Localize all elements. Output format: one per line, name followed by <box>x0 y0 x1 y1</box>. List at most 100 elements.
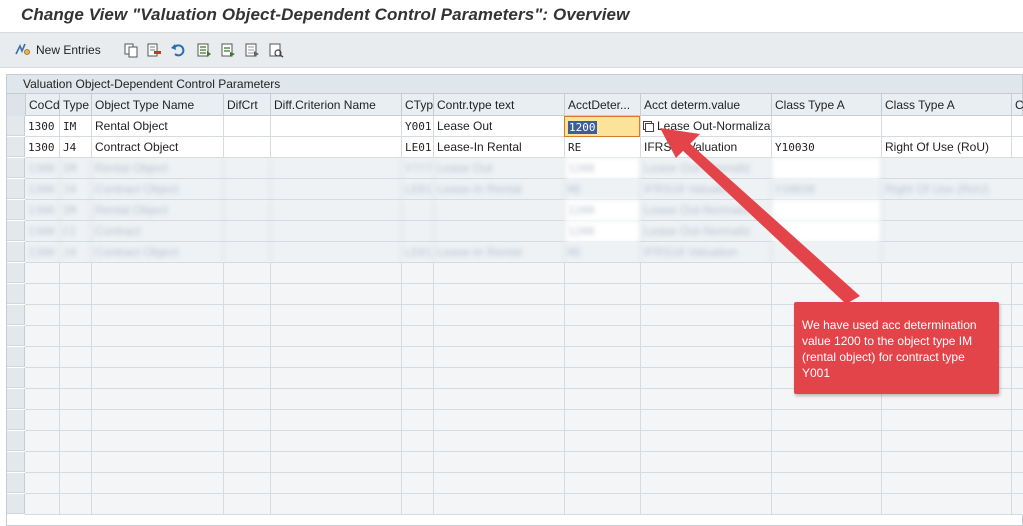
cell-difcrt[interactable] <box>223 179 270 200</box>
value-help-icon[interactable] <box>643 121 654 132</box>
cell-class-type-a[interactable]: Y10030 <box>771 137 881 158</box>
cell-difcrt[interactable] <box>223 200 270 221</box>
cell-ctyp[interactable]: LE01 <box>401 137 433 158</box>
table-row[interactable]: 1300 CI Contract 1200 Lease Out-Normaliz <box>25 221 1023 242</box>
panel-title: Valuation Object-Dependent Control Param… <box>23 77 281 91</box>
table-row[interactable]: 1300 IM Rental Object Y001 Lease Out 120… <box>25 116 1023 137</box>
cell-cocd[interactable]: 1300 <box>25 137 59 158</box>
copy-button[interactable] <box>123 40 139 60</box>
new-entries-button[interactable]: New Entries <box>14 40 101 60</box>
cell-class-type-a[interactable] <box>771 221 881 242</box>
row-selector[interactable] <box>7 179 25 199</box>
column-header-ctyp[interactable]: CTyp <box>401 94 433 116</box>
cell-acct-deter[interactable]: 1200 <box>564 221 640 242</box>
cell-acct-determ-value: Lease Out-Normaliz <box>640 200 771 221</box>
row-selector[interactable] <box>7 410 25 430</box>
cell-type[interactable]: CI <box>59 221 91 242</box>
cell-type[interactable]: IM <box>59 116 91 137</box>
column-header-difcrt[interactable]: DifCrt <box>223 94 270 116</box>
cell-difcrt[interactable] <box>223 242 270 263</box>
cell-ctyp[interactable]: Y??? <box>401 158 433 179</box>
cell-diff-criterion-name <box>270 137 401 158</box>
cell-acct-deter[interactable]: RE <box>564 137 640 158</box>
cell-ctyp[interactable]: LE01 <box>401 242 433 263</box>
row-selector[interactable] <box>7 158 25 178</box>
cell-difcrt[interactable] <box>223 116 270 137</box>
column-header-class-type-a[interactable]: Class Type A <box>771 94 881 116</box>
column-header-cl[interactable]: Cl <box>1011 94 1023 116</box>
table-row[interactable]: 1300 IM Rental Object Y??? Lease Out 120… <box>25 158 1023 179</box>
row-selector[interactable] <box>7 473 25 493</box>
cell-class-type-a[interactable]: Y10030 <box>771 179 881 200</box>
cell-acct-deter[interactable]: 1200 <box>564 158 640 179</box>
column-header-contr-type-text[interactable]: Contr.type text <box>433 94 564 116</box>
table-row[interactable]: 1300 J4 Contract Object LE01 Lease-In Re… <box>25 179 1023 200</box>
table-row[interactable]: 1300 J4 Contract Object LE01 Lease-In Re… <box>25 242 1023 263</box>
cell-ctyp[interactable]: Y001 <box>401 116 433 137</box>
cell-cocd[interactable]: 1300 <box>25 179 59 200</box>
cell-ctyp[interactable] <box>401 200 433 221</box>
cell-cocd[interactable]: 1300 <box>25 221 59 242</box>
cell-difcrt[interactable] <box>223 137 270 158</box>
select-all-icon <box>197 43 211 57</box>
cell-type[interactable]: IM <box>59 158 91 179</box>
cell-class-type-a[interactable] <box>771 158 881 179</box>
cell-acct-determ-value: Lease Out-Normaliz <box>640 158 771 179</box>
deselect-all-button[interactable] <box>244 40 260 60</box>
cell-difcrt[interactable] <box>223 158 270 179</box>
cell-type[interactable]: IM <box>59 200 91 221</box>
row-selector[interactable] <box>7 431 25 451</box>
select-all-button[interactable] <box>196 40 212 60</box>
row-selector[interactable] <box>7 389 25 409</box>
cell-ctyp[interactable] <box>401 221 433 242</box>
new-entries-label: New Entries <box>36 43 101 57</box>
delete-button[interactable] <box>146 40 162 60</box>
acct-determination-input[interactable]: 1200 <box>564 116 640 137</box>
cell-cocd[interactable]: 1300 <box>25 116 59 137</box>
cell-cocd[interactable]: 1300 <box>25 242 59 263</box>
row-selector[interactable] <box>7 284 25 304</box>
cell-acct-deter[interactable]: RE <box>564 179 640 200</box>
print-button[interactable] <box>268 40 284 60</box>
cell-object-type-name: Contract <box>91 221 223 242</box>
cell-type[interactable]: J4 <box>59 137 91 158</box>
select-block-button[interactable] <box>220 40 236 60</box>
column-header-acct-deter[interactable]: AcctDeter... <box>564 94 640 116</box>
select-all-column-header[interactable] <box>7 94 25 116</box>
panel-header: Valuation Object-Dependent Control Param… <box>7 75 1022 94</box>
row-selector[interactable] <box>7 368 25 388</box>
row-selector[interactable] <box>7 200 25 220</box>
row-selector[interactable] <box>7 347 25 367</box>
column-header-row: CoCd Type Object Type Name DifCrt Diff.C… <box>7 94 1023 116</box>
cell-difcrt[interactable] <box>223 221 270 242</box>
row-selector[interactable] <box>7 116 25 136</box>
cell-type[interactable]: J4 <box>59 179 91 200</box>
row-selector[interactable] <box>7 242 25 262</box>
column-header-class-type-a-text[interactable]: Class Type A <box>881 94 1011 116</box>
cell-class-type-a[interactable] <box>771 242 881 263</box>
undo-button[interactable] <box>170 40 186 60</box>
table-row[interactable]: 1300 J4 Contract Object LE01 Lease-In Re… <box>25 137 1023 158</box>
row-selector[interactable] <box>7 326 25 346</box>
column-header-cocd[interactable]: CoCd <box>25 94 59 116</box>
cell-class-type-a[interactable] <box>771 116 881 137</box>
table-row[interactable]: 1300 IM Rental Object 1200 Lease Out-Nor… <box>25 200 1023 221</box>
cell-cocd[interactable]: 1300 <box>25 200 59 221</box>
row-selector[interactable] <box>7 137 25 157</box>
column-header-diff-criterion-name[interactable]: Diff.Criterion Name <box>270 94 401 116</box>
row-selector[interactable] <box>7 494 25 514</box>
cell-acct-deter[interactable]: RE <box>564 242 640 263</box>
cell-contr-type-text: Lease-In Rental <box>433 137 564 158</box>
cell-class-type-a[interactable] <box>771 200 881 221</box>
cell-ctyp[interactable]: LE01 <box>401 179 433 200</box>
row-selector[interactable] <box>7 263 25 283</box>
cell-acct-deter[interactable]: 1200 <box>564 200 640 221</box>
column-header-object-type-name[interactable]: Object Type Name <box>91 94 223 116</box>
cell-type[interactable]: J4 <box>59 242 91 263</box>
row-selector[interactable] <box>7 221 25 241</box>
row-selector[interactable] <box>7 305 25 325</box>
column-header-acct-determ-value[interactable]: Acct determ.value <box>640 94 771 116</box>
row-selector[interactable] <box>7 452 25 472</box>
column-header-type[interactable]: Type <box>59 94 91 116</box>
cell-cocd[interactable]: 1300 <box>25 158 59 179</box>
